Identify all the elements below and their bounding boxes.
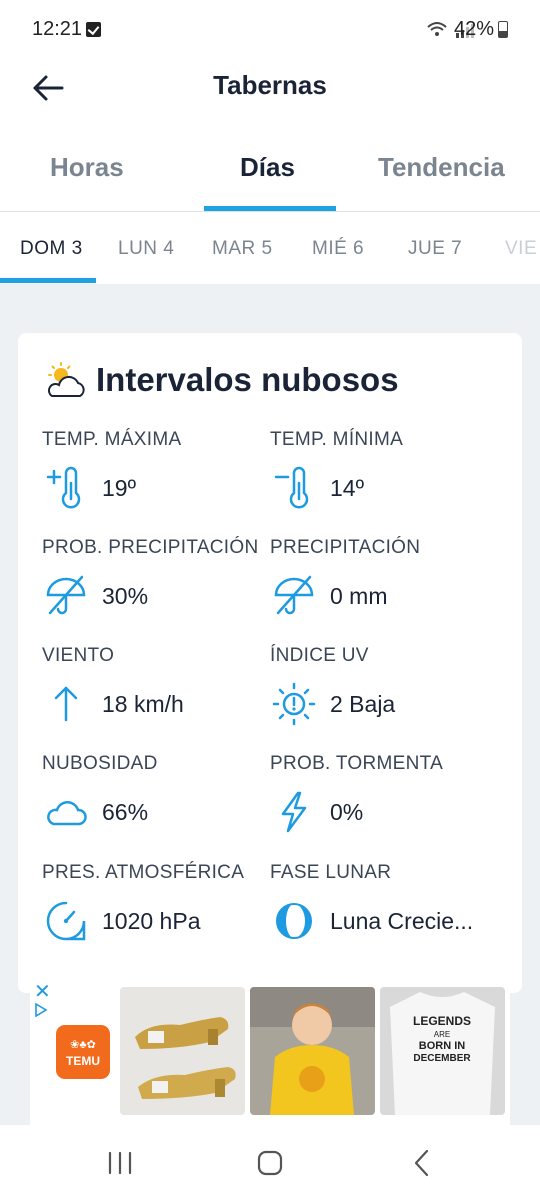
temu-glyph-icon: ❀♣✿ [70,1039,96,1051]
wind-arrow-icon [54,686,78,722]
stat-label-cloud: NUBOSIDAD [42,753,158,774]
forecast-summary: Intervalos nubosos [96,361,399,398]
day-mar-5[interactable]: MAR 5 [212,238,273,260]
system-back-icon[interactable] [402,1145,442,1181]
forecast-card: Intervalos nubosos TEMP. MÁXIMA 19º TEMP… [18,333,522,993]
day-mie-6[interactable]: MIÉ 6 [312,238,364,260]
temp-min-icon [274,466,309,509]
app-bar: Tabernas [0,60,540,130]
gauge-icon [46,901,86,941]
ad-close-icon[interactable]: ✕ [34,979,51,1004]
ad-banner[interactable]: ✕ ❀♣✿ TEMU LEGENDS ARE BORN IN DECEMBER [30,975,510,1125]
recent-apps-icon[interactable] [100,1145,140,1181]
umbrella-off-icon [46,575,86,615]
moon-icon [276,903,312,939]
lightning-icon [281,791,307,833]
notification-check-icon [86,22,101,37]
page-title: Tabernas [213,70,327,100]
cloud-icon [47,801,87,826]
sun-cloud-icon [47,362,85,397]
stat-value-temp-max: 19º [102,475,136,501]
temu-brand: TEMU [66,1054,100,1068]
tshirt-text-3: BORN IN [419,1040,466,1052]
ad-image-legends-tshirt[interactable]: LEGENDS ARE BORN IN DECEMBER [380,987,505,1115]
day-active-indicator [0,278,96,283]
home-icon[interactable] [250,1145,290,1181]
day-vie[interactable]: VIE [505,238,537,260]
tshirt-text-4: DECEMBER [413,1053,471,1064]
stat-label-pressure: PRES. ATMOSFÉRICA [42,862,245,883]
stat-label-temp-max: TEMP. MÁXIMA [42,429,182,450]
stat-label-moon: FASE LUNAR [270,862,392,883]
stat-label-prob-precip: PROB. PRECIPITACIÓN [42,537,259,558]
day-dom-3[interactable]: DOM 3 [20,238,83,260]
system-nav-bar [0,1125,540,1200]
umbrella-off-icon [274,575,314,615]
stat-value-prob-precip: 30% [102,583,149,609]
battery-icon [498,21,508,38]
status-time: 12:21 [32,18,83,40]
status-bar: 12:21 42% [0,0,540,60]
uv-sun-icon [272,682,316,726]
tshirt-text-2: ARE [434,1030,450,1039]
temu-logo[interactable]: ❀♣✿ TEMU [56,1025,110,1079]
ad-image-shoes[interactable] [120,987,245,1115]
stat-value-uv: 2 Baja [330,691,396,717]
tab-active-indicator [204,206,336,211]
view-tabs: Horas Días Tendencia [0,130,540,212]
battery-level: 42% [453,18,494,40]
stat-label-temp-min: TEMP. MÍNIMA [270,429,404,450]
stat-value-temp-min: 14º [330,475,364,501]
stat-label-precip: PRECIPITACIÓN [270,537,421,558]
stat-value-pressure: 1020 hPa [102,908,201,934]
tshirt-text-1: LEGENDS [413,1014,471,1028]
stat-value-cloud: 66% [102,799,149,825]
temp-max-icon [46,466,81,509]
ad-choices-icon[interactable] [34,1003,48,1017]
day-jue-7[interactable]: JUE 7 [408,238,462,260]
stat-value-precip: 0 mm [330,583,388,609]
day-selector: DOM 3 LUN 4 MAR 5 MIÉ 6 JUE 7 VIE [0,212,540,284]
stat-label-storm: PROB. TORMENTA [270,753,444,774]
stat-label-uv: ÍNDICE UV [270,645,369,666]
stat-label-wind: VIENTO [42,645,115,666]
day-lun-4[interactable]: LUN 4 [118,238,174,260]
tab-horas[interactable]: Horas [50,152,124,183]
tab-tendencia[interactable]: Tendencia [378,152,505,183]
stat-value-moon: Luna Crecie... [330,908,474,934]
tab-dias[interactable]: Días [240,152,295,183]
stat-value-wind: 18 km/h [102,691,184,717]
ad-image-kid-tshirt[interactable] [250,987,375,1115]
stat-value-storm: 0% [330,799,364,825]
